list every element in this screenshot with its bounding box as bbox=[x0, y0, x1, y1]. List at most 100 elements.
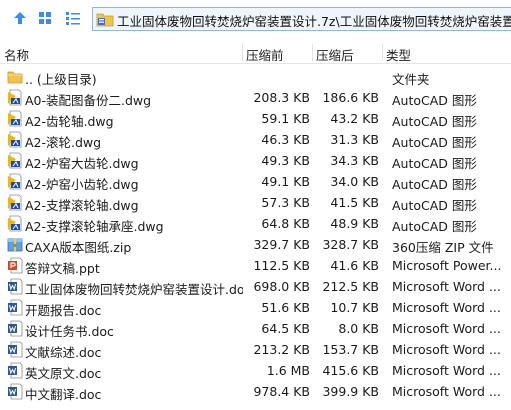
file-type: AutoCAD 图形 bbox=[392, 177, 477, 192]
file-name: A2-炉窑大齿轮.dwg bbox=[25, 156, 139, 171]
file-size: 46.3 KB bbox=[261, 132, 310, 147]
file-row[interactable]: 设计任务书.doc 64.5 KB 8.0 KB Microsoft Word ... bbox=[0, 318, 511, 339]
column-packed[interactable]: 压缩后 bbox=[316, 45, 354, 64]
file-type: AutoCAD 图形 bbox=[392, 156, 477, 171]
column-header: 名称 压缩前 压缩后 类型 bbox=[0, 42, 511, 64]
autocad-file-icon bbox=[7, 194, 23, 211]
address-bar[interactable]: 工业固体废物回转焚烧炉窑装置设计.7z\工业固体废物回转焚烧炉窑装置设计 bbox=[92, 7, 511, 31]
word-document-icon bbox=[7, 341, 23, 358]
file-type: Microsoft Word ... bbox=[392, 363, 501, 378]
autocad-file-icon bbox=[7, 89, 23, 106]
file-size: 51.6 KB bbox=[261, 300, 310, 315]
file-type: Microsoft Power... bbox=[392, 258, 502, 273]
file-type: AutoCAD 图形 bbox=[392, 219, 477, 234]
list-view-icon[interactable] bbox=[64, 9, 82, 27]
parent-folder-icon bbox=[7, 68, 23, 85]
file-row[interactable]: CAXA版本图纸.zip 329.7 KB 328.7 KB 360压缩 ZIP 文件 bbox=[0, 234, 511, 255]
word-document-icon bbox=[7, 383, 23, 400]
file-name: .. (上级目录) bbox=[25, 72, 97, 87]
file-type: 360压缩 ZIP 文件 bbox=[392, 240, 494, 255]
file-size: 64.5 KB bbox=[261, 321, 310, 336]
file-type: AutoCAD 图形 bbox=[392, 198, 477, 213]
file-size: 59.1 KB bbox=[261, 111, 310, 126]
file-name: 英文原文.doc bbox=[25, 366, 102, 381]
file-size: 1.6 MB bbox=[266, 363, 310, 378]
file-type: AutoCAD 图形 bbox=[392, 135, 477, 150]
file-name: A2-滚轮.dwg bbox=[25, 135, 102, 150]
file-packed-size: 34.3 KB bbox=[330, 153, 379, 168]
toolbar: 工业固体废物回转焚烧炉窑装置设计.7z\工业固体废物回转焚烧炉窑装置设计 bbox=[0, 0, 511, 36]
file-name: A2-齿轮轴.dwg bbox=[25, 114, 114, 129]
column-name[interactable]: 名称 bbox=[4, 45, 29, 64]
file-type: AutoCAD 图形 bbox=[392, 93, 477, 108]
file-row[interactable]: A2-支撑滚轮轴承座.dwg 64.8 KB 48.9 KB AutoCAD 图形 bbox=[0, 213, 511, 234]
file-row[interactable]: 工业固体废物回转焚烧炉窑装置设计.doc 698.0 KB 212.5 KB Micr… bbox=[0, 276, 511, 297]
file-row[interactable]: A2-齿轮轴.dwg 59.1 KB 43.2 KB AutoCAD 图形 bbox=[0, 108, 511, 129]
column-size[interactable]: 压缩前 bbox=[246, 45, 284, 64]
file-size: 57.3 KB bbox=[261, 195, 310, 210]
autocad-file-icon bbox=[7, 110, 23, 127]
file-row[interactable]: 开题报告.doc 51.6 KB 10.7 KB Microsoft Word ... bbox=[0, 297, 511, 318]
column-divider[interactable] bbox=[242, 44, 243, 61]
file-size: 208.3 KB bbox=[253, 90, 310, 105]
file-packed-size: 212.5 KB bbox=[322, 279, 379, 294]
word-document-icon bbox=[7, 278, 23, 295]
zip-archive-icon bbox=[7, 236, 23, 253]
word-document-icon bbox=[7, 320, 23, 337]
word-document-icon bbox=[7, 299, 23, 316]
file-name: 开题报告.doc bbox=[25, 303, 102, 318]
file-name: A2-支撑滚轮轴.dwg bbox=[25, 198, 139, 213]
file-packed-size: 399.9 KB bbox=[322, 384, 379, 399]
file-size: 698.0 KB bbox=[253, 279, 310, 294]
column-type[interactable]: 类型 bbox=[386, 45, 411, 64]
file-row[interactable]: 文献综述.doc 213.2 KB 153.7 KB Microsoft Word .… bbox=[0, 339, 511, 360]
file-size: 978.4 KB bbox=[253, 384, 310, 399]
file-type: 文件夹 bbox=[392, 72, 430, 87]
file-size: 112.5 KB bbox=[253, 258, 310, 273]
file-size: 64.8 KB bbox=[261, 216, 310, 231]
file-packed-size: 48.9 KB bbox=[330, 216, 379, 231]
file-name: 文献综述.doc bbox=[25, 345, 102, 360]
archive-folder-icon bbox=[96, 11, 114, 30]
file-packed-size: 328.7 KB bbox=[322, 237, 379, 252]
file-size: 213.2 KB bbox=[253, 342, 310, 357]
file-name: 工业固体废物回转焚烧炉窑装置设计.doc bbox=[25, 282, 243, 297]
file-row[interactable]: 中文翻译.doc 978.4 KB 399.9 KB Microsoft Word .… bbox=[0, 381, 511, 402]
file-name: 答辩文稿.ppt bbox=[25, 261, 100, 276]
file-packed-size: 186.6 KB bbox=[322, 90, 379, 105]
up-arrow-icon[interactable] bbox=[11, 9, 29, 27]
file-row[interactable]: A2-支撑滚轮轴.dwg 57.3 KB 41.5 KB AutoCAD 图形 bbox=[0, 192, 511, 213]
file-size: 49.3 KB bbox=[261, 153, 310, 168]
file-name: A2-支撑滚轮轴承座.dwg bbox=[25, 219, 164, 234]
file-packed-size: 43.2 KB bbox=[330, 111, 379, 126]
file-row[interactable]: 答辩文稿.ppt 112.5 KB 41.6 KB Microsoft Power..… bbox=[0, 255, 511, 276]
large-icons-view-icon[interactable] bbox=[36, 9, 54, 27]
file-packed-size: 10.7 KB bbox=[330, 300, 379, 315]
file-packed-size: 153.7 KB bbox=[322, 342, 379, 357]
column-divider[interactable] bbox=[382, 44, 383, 61]
file-row[interactable]: A2-炉窑小齿轮.dwg 49.1 KB 34.0 KB AutoCAD 图形 bbox=[0, 171, 511, 192]
column-divider[interactable] bbox=[312, 44, 313, 61]
autocad-file-icon bbox=[7, 131, 23, 148]
file-size: 49.1 KB bbox=[261, 174, 310, 189]
file-type: Microsoft Word ... bbox=[392, 321, 501, 336]
file-size: 329.7 KB bbox=[253, 237, 310, 252]
file-row[interactable]: A2-滚轮.dwg 46.3 KB 31.3 KB AutoCAD 图形 bbox=[0, 129, 511, 150]
file-name: 设计任务书.doc bbox=[25, 324, 114, 339]
file-row[interactable]: A2-炉窑大齿轮.dwg 49.3 KB 34.3 KB AutoCAD 图形 bbox=[0, 150, 511, 171]
file-packed-size: 8.0 KB bbox=[338, 321, 379, 336]
file-name: 中文翻译.doc bbox=[25, 387, 102, 402]
file-packed-size: 415.6 KB bbox=[322, 363, 379, 378]
file-row[interactable]: .. (上级目录) 文件夹 bbox=[0, 66, 511, 87]
file-type: AutoCAD 图形 bbox=[392, 114, 477, 129]
file-row[interactable]: A0-装配图备份二.dwg 208.3 KB 186.6 KB AutoCAD 图形 bbox=[0, 87, 511, 108]
file-row[interactable]: 英文原文.doc 1.6 MB 415.6 KB Microsoft Word ... bbox=[0, 360, 511, 381]
word-document-icon bbox=[7, 362, 23, 379]
file-list: .. (上级目录) 文件夹 A0-装配图备份二.dwg 208.3 KB 186.6 K… bbox=[0, 66, 511, 402]
file-packed-size: 34.0 KB bbox=[330, 174, 379, 189]
powerpoint-file-icon bbox=[7, 257, 23, 274]
file-packed-size: 31.3 KB bbox=[330, 132, 379, 147]
file-packed-size: 41.6 KB bbox=[330, 258, 379, 273]
file-type: Microsoft Word ... bbox=[392, 384, 501, 399]
file-type: Microsoft Word ... bbox=[392, 300, 501, 315]
